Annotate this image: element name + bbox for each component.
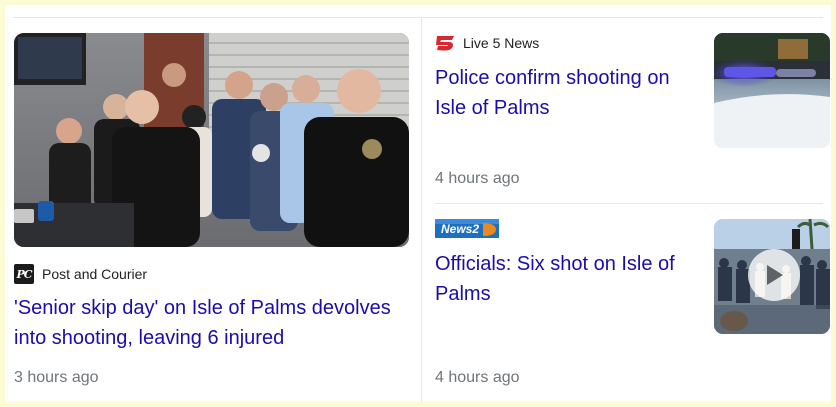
timestamp: 4 hours ago bbox=[435, 170, 520, 187]
top-divider bbox=[13, 17, 823, 18]
source-name: Live 5 News bbox=[463, 35, 540, 51]
headline-senior-skip-day[interactable]: 'Senior skip day' on Isle of Palms devol… bbox=[14, 293, 414, 353]
play-button[interactable] bbox=[748, 249, 800, 301]
post-and-courier-logo-icon: PC bbox=[14, 264, 34, 284]
source-news2[interactable]: News2 bbox=[435, 219, 499, 238]
video-thumbnail[interactable] bbox=[714, 219, 830, 334]
source-live-5-news[interactable]: Live 5 News bbox=[435, 35, 539, 51]
timestamp: 3 hours ago bbox=[14, 369, 99, 386]
news2-logo-text: News2 bbox=[441, 222, 480, 236]
timestamp: 4 hours ago bbox=[435, 369, 520, 386]
row-divider bbox=[435, 203, 823, 204]
news-results-panel: PC Post and Courier 'Senior skip day' on… bbox=[5, 5, 831, 402]
press-conference-image[interactable] bbox=[14, 33, 409, 247]
play-icon bbox=[767, 265, 783, 285]
column-divider bbox=[421, 18, 422, 402]
police-lights-photo bbox=[714, 33, 830, 148]
headline-police-confirm-shooting[interactable]: Police confirm shooting on Isle of Palms bbox=[435, 63, 695, 123]
press-conference-photo bbox=[14, 33, 409, 247]
live-5-news-logo-icon bbox=[436, 36, 454, 51]
source-name: Post and Courier bbox=[42, 266, 148, 282]
source-post-and-courier[interactable]: PC Post and Courier bbox=[14, 264, 147, 284]
police-lights-thumbnail[interactable] bbox=[714, 33, 830, 148]
headline-six-shot[interactable]: Officials: Six shot on Isle of Palms bbox=[435, 249, 695, 309]
news2-logo-icon: News2 bbox=[435, 219, 499, 238]
